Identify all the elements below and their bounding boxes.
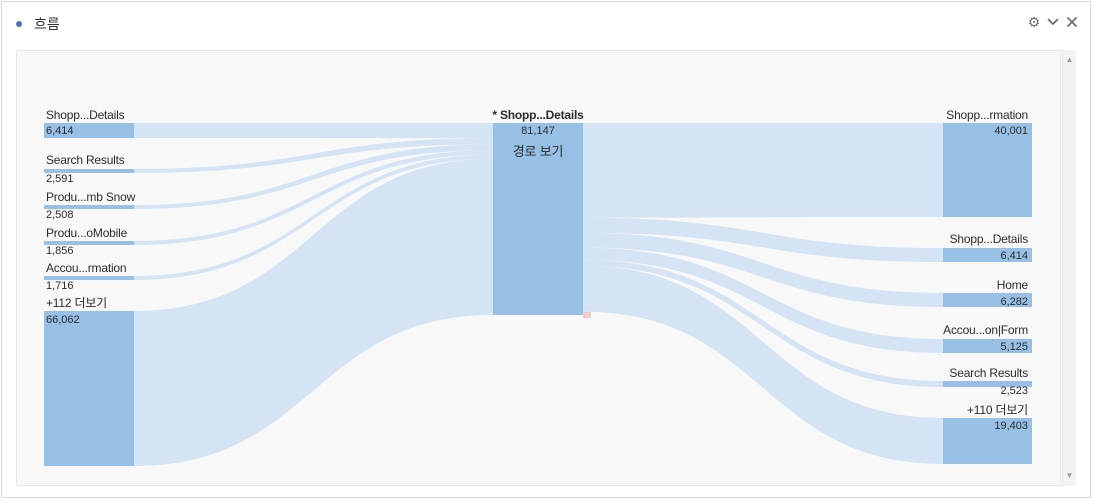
right-node-label[interactable]: Shopp...Details	[896, 232, 1029, 246]
right-node-bar	[943, 123, 1032, 217]
left-node-value: 66,062	[46, 314, 80, 326]
right-node-value: 6,414	[1000, 250, 1028, 262]
flow-link	[134, 123, 493, 139]
left-node-label[interactable]: Accou...rmation	[46, 261, 127, 275]
left-node-value: 2,591	[46, 173, 74, 185]
right-node-value: 40,001	[994, 125, 1028, 137]
exit-marker	[583, 312, 591, 318]
focus-node-value: 81,147	[521, 125, 555, 137]
right-node-value: 6,282	[1000, 296, 1028, 308]
right-more-link[interactable]: +110 더보기	[896, 401, 1028, 418]
focus-node-label[interactable]: * Shopp...Details	[478, 108, 598, 122]
right-node-value: 2,523	[1000, 385, 1028, 397]
left-node-value: 1,716	[46, 280, 74, 292]
right-node-label[interactable]: Home	[896, 278, 1028, 292]
flow-link	[583, 123, 943, 218]
right-node-label[interactable]: Search Results	[896, 366, 1028, 380]
left-node-label[interactable]: Search Results	[46, 153, 125, 167]
left-node-label[interactable]: Produ...oMobile	[46, 226, 127, 240]
left-node-value: 6,414	[46, 125, 74, 137]
right-node-value: 5,125	[1000, 341, 1028, 353]
left-node-value: 1,856	[46, 245, 74, 257]
right-node-value: 19,403	[994, 420, 1028, 432]
left-node-label[interactable]: Shopp...Details	[46, 108, 125, 122]
left-node-value: 2,508	[46, 209, 74, 221]
left-more-link[interactable]: +112 더보기	[46, 294, 107, 311]
right-node-label[interactable]: Accou...on|Form	[896, 323, 1028, 337]
right-node-label[interactable]: Shopp...rmation	[896, 108, 1028, 122]
view-paths-link[interactable]: 경로 보기	[478, 141, 598, 160]
left-node-bar	[44, 311, 134, 466]
left-node-label[interactable]: Produ...mb Snow	[46, 190, 135, 204]
